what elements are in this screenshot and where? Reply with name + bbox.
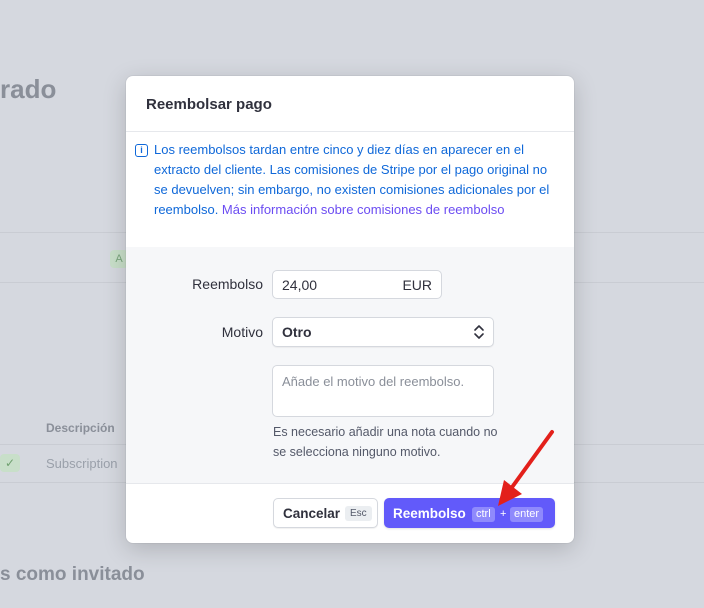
amount-label: Reembolso xyxy=(192,276,263,292)
currency-label: EUR xyxy=(402,277,432,293)
reason-label: Motivo xyxy=(221,324,263,340)
chevron-up-down-icon xyxy=(474,325,484,339)
info-icon: i xyxy=(135,144,148,157)
enter-shortcut-badge: enter xyxy=(510,507,544,522)
background-guest-heading: s como invitado xyxy=(0,564,145,585)
refund-button-label: Reembolso xyxy=(393,506,466,521)
cancel-button-label: Cancelar xyxy=(283,506,341,521)
refund-note-placeholder: Añade el motivo del reembolso. xyxy=(282,374,465,389)
refund-amount-input[interactable]: 24,00 EUR xyxy=(272,270,442,299)
background-table-header-description: Descripción xyxy=(46,421,115,435)
cancel-button[interactable]: Cancelar Esc xyxy=(273,498,378,528)
refund-info-text: Los reembolsos tardan entre cinco y diez… xyxy=(154,140,564,220)
dialog-header: Reembolsar pago xyxy=(126,76,574,132)
reason-select-value: Otro xyxy=(282,324,312,340)
dialog-title: Reembolsar pago xyxy=(146,96,272,113)
refund-fees-link[interactable]: Más información sobre comisiones de reem… xyxy=(222,202,505,217)
shortcut-plus: + xyxy=(500,508,507,520)
background-row-description: Subscription xyxy=(46,456,118,471)
reason-select[interactable]: Otro xyxy=(272,317,494,347)
ctrl-shortcut-badge: ctrl xyxy=(472,507,495,522)
refund-submit-button[interactable]: Reembolso ctrl + enter xyxy=(384,498,555,528)
background-page-title: rado xyxy=(0,74,57,104)
divider xyxy=(126,483,574,484)
esc-shortcut-badge: Esc xyxy=(345,506,372,521)
refund-amount-value: 24,00 xyxy=(282,277,318,293)
check-icon: ✓ xyxy=(0,454,20,472)
refund-dialog: Reembolsar pago i Los reembolsos tardan … xyxy=(126,76,574,543)
refund-note-textarea[interactable]: Añade el motivo del reembolso. xyxy=(272,365,494,417)
note-hint: Es necesario añadir una nota cuando no s… xyxy=(273,425,498,459)
